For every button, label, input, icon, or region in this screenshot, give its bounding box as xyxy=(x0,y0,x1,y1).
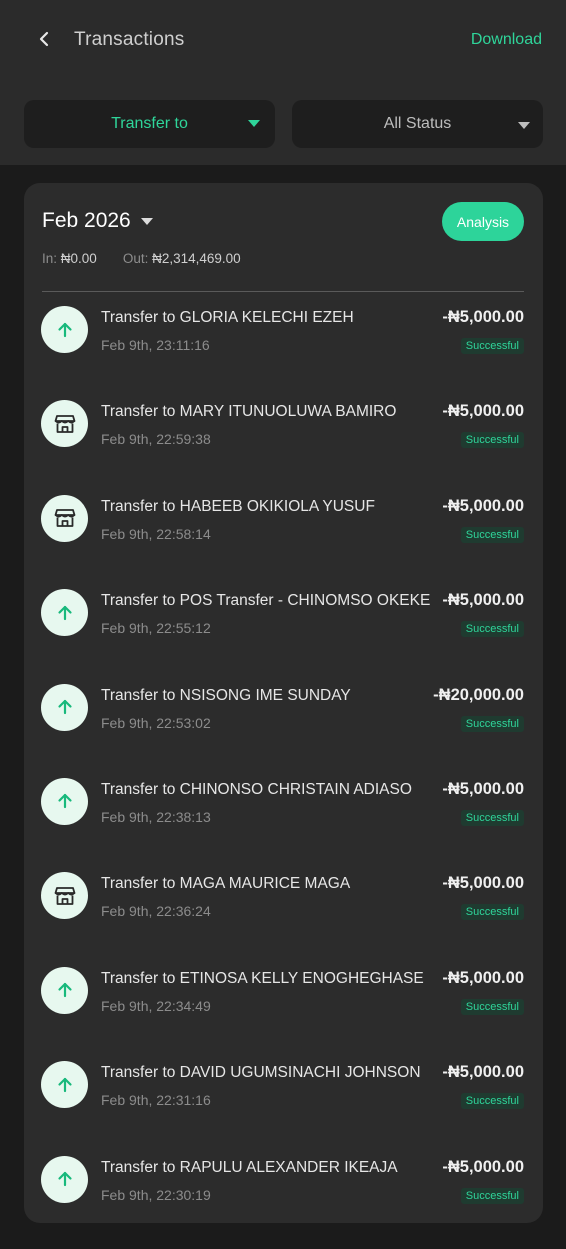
status-badge: Successful xyxy=(460,1093,524,1110)
arrow-up-icon xyxy=(41,306,88,353)
arrow-up-icon xyxy=(41,1155,88,1203)
status-filter[interactable]: All Status xyxy=(292,100,543,148)
month-label: Feb 2026 xyxy=(42,209,131,232)
transaction-amount: -₦5,000.00 xyxy=(442,308,524,326)
status-badge: Successful xyxy=(460,432,524,449)
transaction-name: Transfer to POS Transfer - CHINOMSO OKEK… xyxy=(101,592,431,610)
transaction-amount: -₦5,000.00 xyxy=(442,968,524,987)
back-button[interactable] xyxy=(30,26,60,56)
status-badge: Successful xyxy=(460,904,524,921)
transaction-time: Feb 9th, 22:34:49 xyxy=(101,997,211,1014)
transaction-name: Transfer to NSISONG IME SUNDAY xyxy=(101,686,351,704)
transaction-row[interactable]: Transfer to NSISONG IME SUNDAY Feb 9th, 2… xyxy=(24,683,543,777)
transaction-amount: -₦5,000.00 xyxy=(442,1063,524,1082)
transaction-name: Transfer to ETINOSA KELLY ENOGHEGHASE xyxy=(101,969,424,987)
transaction-time: Feb 9th, 22:30:19 xyxy=(101,1186,211,1203)
caret-down-icon xyxy=(518,122,530,129)
transaction-type-filter[interactable]: Transfer to xyxy=(24,100,275,148)
filter-label: Transfer to xyxy=(111,115,188,132)
transaction-name: Transfer to RAPULU ALEXANDER IKEAJA xyxy=(101,1158,398,1176)
transactions-card: Feb 2026 Analysis In: ₦0.00 Out: ₦2,314,… xyxy=(24,183,543,1223)
filter-label: All Status xyxy=(383,115,452,132)
divider xyxy=(42,291,524,292)
transaction-amount: -₦5,000.00 xyxy=(442,496,524,515)
transaction-row[interactable]: Transfer to HABEEB OKIKIOLA YUSUF Feb 9th… xyxy=(24,494,543,588)
app-header: Transactions Download Transfer to All St… xyxy=(0,0,566,165)
download-button[interactable]: Download xyxy=(471,31,542,49)
transaction-name: Transfer to DAVID UGUMSINACHI JOHNSON xyxy=(101,1064,421,1082)
transaction-name: Transfer to HABEEB OKIKIOLA YUSUF xyxy=(101,497,375,515)
status-badge: Successful xyxy=(460,998,524,1015)
transaction-row[interactable]: Transfer to DAVID UGUMSINACHI JOHNSON Feb… xyxy=(24,1060,543,1154)
arrow-up-icon xyxy=(41,966,88,1014)
out-total: Out: ₦2,314,469.00 xyxy=(123,251,241,266)
transaction-amount: -₦5,000.00 xyxy=(442,779,524,798)
transaction-amount: -₦20,000.00 xyxy=(433,685,524,704)
arrow-up-icon xyxy=(41,1061,88,1109)
in-value: ₦0.00 xyxy=(60,251,97,266)
store-icon xyxy=(41,494,88,542)
transaction-row[interactable]: Transfer to MARY ITUNUOLUWA BAMIRO Feb 9t… xyxy=(24,399,543,493)
transaction-amount: -₦5,000.00 xyxy=(442,1157,524,1176)
transaction-row[interactable]: Transfer to ETINOSA KELLY ENOGHEGHASE Feb… xyxy=(24,966,543,1060)
status-badge: Successful xyxy=(460,621,524,638)
chevron-left-icon xyxy=(37,31,53,52)
status-badge: Successful xyxy=(460,1187,524,1204)
transaction-row[interactable]: Transfer to CHINONSO CHRISTAIN ADIASO Feb… xyxy=(24,777,543,871)
in-label: In: xyxy=(42,251,58,266)
transaction-row[interactable]: Transfer to GLORIA KELECHI EZEH Feb 9th, … xyxy=(24,305,543,399)
in-total: In: ₦0.00 xyxy=(42,251,97,266)
transaction-name: Transfer to GLORIA KELECHI EZEH xyxy=(101,309,354,326)
status-badge: Successful xyxy=(460,715,524,732)
arrow-up-icon xyxy=(41,777,88,825)
store-icon xyxy=(41,400,88,448)
status-badge: Successful xyxy=(460,526,524,543)
month-selector[interactable]: Feb 2026 xyxy=(42,209,153,233)
transaction-time: Feb 9th, 22:31:16 xyxy=(101,1092,211,1109)
caret-down-icon xyxy=(140,217,153,225)
transaction-name: Transfer to MAGA MAURICE MAGA xyxy=(101,875,351,893)
totals-row: In: ₦0.00 Out: ₦2,314,469.00 xyxy=(42,251,241,266)
transaction-time: Feb 9th, 22:53:02 xyxy=(101,714,211,731)
page-title: Transactions xyxy=(74,29,185,50)
transaction-time: Feb 9th, 22:36:24 xyxy=(101,903,211,920)
transaction-time: Feb 9th, 22:55:12 xyxy=(101,620,211,637)
arrow-up-icon xyxy=(41,683,88,731)
transaction-list: Transfer to GLORIA KELECHI EZEH Feb 9th, … xyxy=(24,305,543,1249)
transaction-time: Feb 9th, 22:59:38 xyxy=(101,431,211,448)
transaction-row[interactable]: Transfer to POS Transfer - CHINOMSO OKEK… xyxy=(24,588,543,682)
transaction-time: Feb 9th, 23:11:16 xyxy=(101,337,210,353)
transaction-time: Feb 9th, 22:58:14 xyxy=(101,525,211,542)
transaction-row[interactable]: Transfer to RAPULU ALEXANDER IKEAJA Feb 9… xyxy=(24,1155,543,1249)
transaction-row[interactable]: Transfer to MAGA MAURICE MAGA Feb 9th, 22… xyxy=(24,871,543,965)
out-value: ₦2,314,469.00 xyxy=(152,251,241,266)
transaction-amount: -₦5,000.00 xyxy=(442,591,524,610)
store-icon xyxy=(41,872,88,920)
transaction-name: Transfer to MARY ITUNUOLUWA BAMIRO xyxy=(101,403,397,421)
out-label: Out: xyxy=(122,251,149,266)
transaction-time: Feb 9th, 22:38:13 xyxy=(101,808,211,825)
status-badge: Successful xyxy=(460,338,524,354)
arrow-up-icon xyxy=(41,589,88,637)
caret-down-icon xyxy=(248,120,260,127)
transaction-amount: -₦5,000.00 xyxy=(442,402,524,421)
status-badge: Successful xyxy=(460,809,524,826)
transaction-amount: -₦5,000.00 xyxy=(442,874,524,893)
transaction-name: Transfer to CHINONSO CHRISTAIN ADIASO xyxy=(101,780,412,798)
analysis-button[interactable]: Analysis xyxy=(442,202,524,241)
